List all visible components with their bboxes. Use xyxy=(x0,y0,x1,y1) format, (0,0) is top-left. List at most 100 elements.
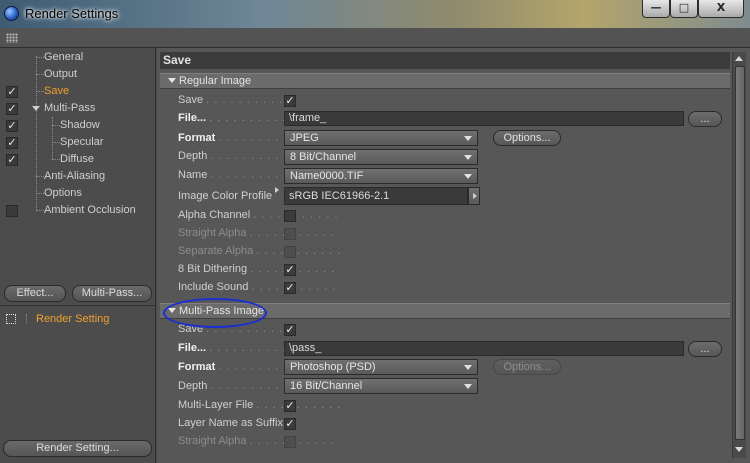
multipass-enabled-checkbox[interactable]: ✓ xyxy=(6,103,18,115)
color-profile-row: Image Color Profile xyxy=(178,188,272,205)
alpha-channel-checkbox[interactable] xyxy=(284,210,296,222)
separate-alpha-checkbox[interactable] xyxy=(284,246,296,258)
tree-item-save[interactable]: Save xyxy=(44,83,69,100)
scroll-down-icon[interactable] xyxy=(735,447,743,452)
tree-connector xyxy=(36,74,44,75)
depth-row: Depth . . . . . . . . . . . xyxy=(178,148,296,165)
tree-connector xyxy=(36,57,44,58)
dropdown-arrow-icon xyxy=(464,384,472,389)
scrollbar-thumb[interactable] xyxy=(735,66,745,440)
save-enabled-checkbox[interactable]: ✓ xyxy=(6,86,18,98)
save-checkbox[interactable]: ✓ xyxy=(284,95,296,107)
diffuse-enabled-checkbox[interactable]: ✓ xyxy=(6,154,18,166)
format-value: JPEG xyxy=(290,132,319,144)
format-options-button[interactable]: Options... xyxy=(493,130,561,146)
file-browse-button[interactable]: ... xyxy=(688,111,722,127)
window-title: Render Settings xyxy=(25,6,119,21)
tree-item-shadow[interactable]: Shadow xyxy=(60,117,100,134)
mp-file-label: File... xyxy=(178,342,207,354)
specular-enabled-checkbox[interactable]: ✓ xyxy=(6,137,18,149)
tree-item-anti-aliasing[interactable]: Anti-Aliasing xyxy=(44,168,105,185)
label-leader: . . . . . . . . . . . xyxy=(210,169,296,181)
tree-item-output[interactable]: Output xyxy=(44,66,77,83)
profile-expand-icon[interactable] xyxy=(275,187,279,193)
format-select[interactable]: JPEG xyxy=(284,130,478,146)
maximize-button[interactable]: □ xyxy=(670,0,698,18)
tree-item-specular[interactable]: Specular xyxy=(60,134,103,151)
tree-item-ambient-occlusion[interactable]: Ambient Occlusion xyxy=(44,202,136,219)
tree-connector xyxy=(36,176,44,177)
mp-format-select[interactable]: Photoshop (PSD) xyxy=(284,359,478,375)
render-setting-button[interactable]: Render Setting... xyxy=(3,440,152,457)
name-select[interactable]: Name0000.TIF xyxy=(284,168,478,184)
multi-layer-label: Multi-Layer File xyxy=(178,399,254,411)
regular-image-section-header[interactable]: Regular Image xyxy=(160,73,730,89)
straight-alpha-checkbox[interactable] xyxy=(284,228,296,240)
vertical-scrollbar[interactable] xyxy=(732,52,746,458)
tree-connector xyxy=(52,159,60,160)
dropdown-arrow-icon xyxy=(464,365,472,370)
tree-connector xyxy=(36,210,44,211)
tree-connector xyxy=(36,56,37,210)
depth-value: 8 Bit/Channel xyxy=(290,151,357,163)
mp-file-row: File... . . . . . . . . . . . xyxy=(178,340,294,357)
label-leader: . . . . . . . . . . . xyxy=(206,94,292,106)
mp-file-browse-button[interactable]: ... xyxy=(688,341,722,357)
color-profile-field[interactable]: sRGB IEC61966-2.1 xyxy=(284,187,468,205)
mp-file-path-field[interactable]: \pass_ xyxy=(284,341,684,356)
mp-format-options-button[interactable]: Options... xyxy=(493,359,561,375)
tree-connector xyxy=(36,193,44,194)
dithering-label: 8 Bit Dithering xyxy=(178,263,248,275)
depth-label: Depth xyxy=(178,150,208,162)
mp-straight-alpha-checkbox[interactable] xyxy=(284,436,296,448)
dropdown-arrow-icon xyxy=(464,174,472,179)
alpha-channel-label: Alpha Channel xyxy=(178,209,251,221)
settings-tree-pane: General Output ✓ Save ✓ Multi-Pass ✓ Sha… xyxy=(0,48,156,463)
ambient-occlusion-checkbox[interactable] xyxy=(6,205,18,217)
expand-arrow-icon[interactable] xyxy=(32,106,40,111)
grip-icon[interactable] xyxy=(6,33,18,43)
dithering-checkbox[interactable]: ✓ xyxy=(284,264,296,276)
mp-depth-value: 16 Bit/Channel xyxy=(290,380,363,392)
collapse-arrow-icon xyxy=(168,78,176,84)
tree-item-options[interactable]: Options xyxy=(44,185,82,202)
label-leader: . . . . . . . . . . . xyxy=(209,342,295,354)
multi-pass-button[interactable]: Multi-Pass... xyxy=(72,285,152,302)
shadow-enabled-checkbox[interactable]: ✓ xyxy=(6,120,18,132)
label-leader: . . . . . . . . . . . xyxy=(256,399,342,411)
name-row: Name . . . . . . . . . . . xyxy=(178,167,296,184)
include-sound-checkbox[interactable]: ✓ xyxy=(284,282,296,294)
scroll-up-icon[interactable] xyxy=(735,56,743,61)
tree-item-diffuse[interactable]: Diffuse xyxy=(60,151,94,168)
file-path-field[interactable]: \frame_ xyxy=(284,111,684,126)
app-logo-icon xyxy=(4,6,19,21)
tree-item-multipass[interactable]: Multi-Pass xyxy=(44,100,95,117)
window-title-bar: Render Settings — □ X xyxy=(0,0,750,28)
minimize-button[interactable]: — xyxy=(642,0,670,18)
mp-save-checkbox[interactable]: ✓ xyxy=(284,324,296,336)
tree-connector xyxy=(36,91,44,92)
include-sound-label: Include Sound xyxy=(178,281,249,293)
side-arrow-icon xyxy=(473,193,477,199)
close-button[interactable]: X xyxy=(698,0,744,18)
section-title: Regular Image xyxy=(179,75,252,87)
separate-alpha-label: Separate Alpha xyxy=(178,245,254,257)
depth-select[interactable]: 8 Bit/Channel xyxy=(284,149,478,165)
label-leader: . . . . . . . . . . . xyxy=(210,150,296,162)
straight-alpha-row: Straight Alpha . . . . . . . . . . . xyxy=(178,225,335,242)
include-sound-row: Include Sound . . . . . . . . . . . xyxy=(178,279,337,296)
format-label: Format xyxy=(178,132,216,144)
label-leader: . . . . . . . . . . . xyxy=(256,245,342,257)
dithering-row: 8 Bit Dithering . . . . . . . . . . . xyxy=(178,261,335,278)
toolbar xyxy=(0,28,750,48)
mp-format-label: Format xyxy=(178,361,216,373)
dropdown-arrow-icon xyxy=(464,155,472,160)
label-leader: . . . . . . . . . . . xyxy=(209,112,295,124)
mp-depth-select[interactable]: 16 Bit/Channel xyxy=(284,378,478,394)
name-value: Name0000.TIF xyxy=(290,170,364,182)
multi-layer-checkbox[interactable]: ✓ xyxy=(284,400,296,412)
color-profile-menu-button[interactable] xyxy=(468,187,480,205)
effect-button[interactable]: Effect... xyxy=(4,285,66,302)
tree-item-general[interactable]: General xyxy=(44,49,83,66)
layer-suffix-checkbox[interactable]: ✓ xyxy=(284,418,296,430)
